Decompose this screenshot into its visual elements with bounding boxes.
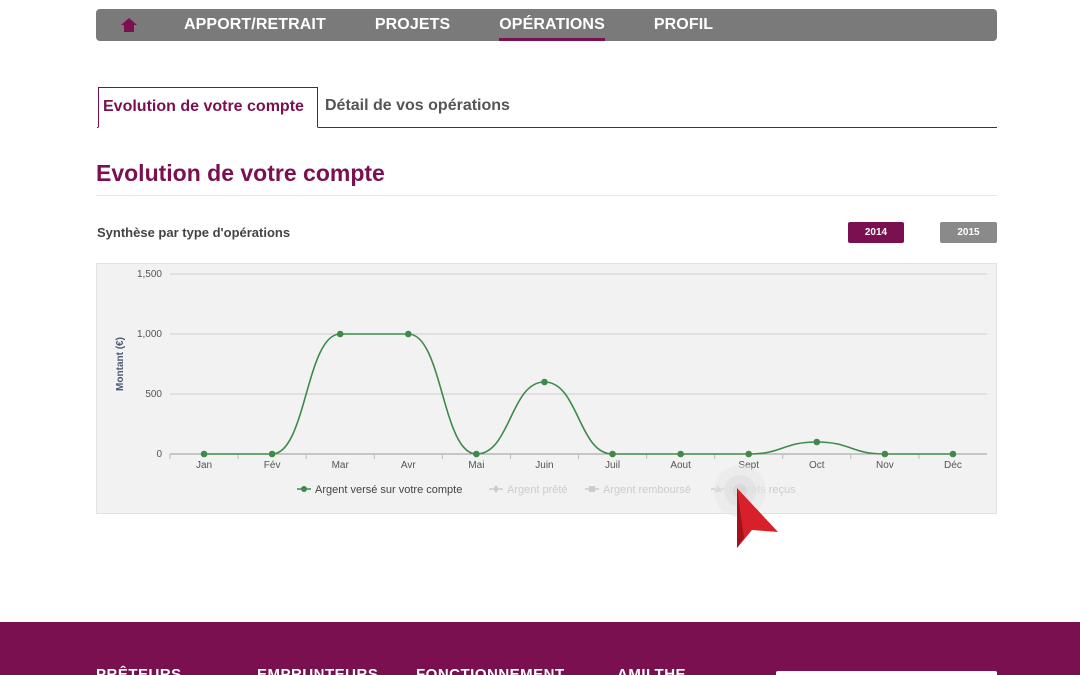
legend-item[interactable]: Argent versé sur votre compte xyxy=(297,484,462,496)
legend-item[interactable]: Argent prêté xyxy=(489,484,568,496)
section-divider xyxy=(96,195,997,196)
x-tick-label: Juil xyxy=(605,460,620,471)
y-tick-label: 500 xyxy=(145,389,162,400)
legend-label: Argent prêté xyxy=(507,484,568,496)
footer: PRÊTEURS EMPRUNTEURS FONCTIONNEMENT AMIL… xyxy=(0,622,1080,675)
x-tick-label: Fév xyxy=(264,460,281,471)
data-point[interactable] xyxy=(336,330,344,338)
x-tick-label: Jan xyxy=(196,460,212,471)
x-tick-label: Mai xyxy=(468,460,484,471)
chart-container: 0 500 1,000 1,500 Jan Fév Mar Avr Mai Juin Juil Ao… xyxy=(96,263,997,514)
data-point[interactable] xyxy=(541,378,548,386)
footer-fonctionnement[interactable]: FONCTIONNEMENT xyxy=(416,666,565,675)
nav-projets[interactable]: PROJETS xyxy=(375,9,450,41)
data-point[interactable] xyxy=(745,450,753,458)
legend-diamond-icon xyxy=(493,485,499,493)
main-navbar: APPORT/RETRAIT PROJETS OPÉRATIONS PROFIL xyxy=(96,9,997,41)
tab-bar: Evolution de votre compte Détail de vos … xyxy=(97,87,997,128)
x-tick-label: Mar xyxy=(332,460,350,471)
x-tick-label: Oct xyxy=(809,460,825,471)
section-title: Evolution de votre compte xyxy=(96,160,385,186)
year-2015-button[interactable]: 2015 xyxy=(940,222,997,243)
data-point[interactable] xyxy=(200,450,208,458)
legend-label: Argent remboursé xyxy=(603,484,691,496)
data-point[interactable] xyxy=(268,450,276,458)
y-tick-label: 1,000 xyxy=(137,329,162,340)
legend-square-icon xyxy=(589,486,595,492)
legend-item[interactable]: Argent remboursé xyxy=(585,484,691,496)
year-2014-button[interactable]: 2014 xyxy=(848,222,904,243)
nav-operations[interactable]: OPÉRATIONS xyxy=(499,9,605,41)
home-icon xyxy=(121,18,137,32)
footer-preteurs[interactable]: PRÊTEURS xyxy=(96,666,182,675)
footer-newsletter-input[interactable] xyxy=(776,671,997,675)
data-point[interactable] xyxy=(404,330,412,338)
y-tick-label: 0 xyxy=(156,449,162,460)
footer-amilthe[interactable]: AMILTHE xyxy=(617,666,686,675)
data-point[interactable] xyxy=(881,450,889,458)
data-point[interactable] xyxy=(473,450,480,458)
legend-label: Argent versé sur votre compte xyxy=(315,484,462,496)
x-tick-label: Déc xyxy=(944,460,962,471)
nav-profil[interactable]: PROFIL xyxy=(654,9,713,41)
x-tick-label: Sept xyxy=(738,460,759,471)
home-button[interactable] xyxy=(96,9,162,41)
y-tick-label: 1,500 xyxy=(137,269,162,280)
legend-circle-icon xyxy=(301,486,307,492)
data-point[interactable] xyxy=(949,450,957,458)
page: APPORT/RETRAIT PROJETS OPÉRATIONS PROFIL… xyxy=(0,0,1080,675)
footer-emprunteurs[interactable]: EMPRUNTEURS xyxy=(257,666,378,675)
line-chart: 0 500 1,000 1,500 Jan Fév Mar Avr Mai Juin Juil Ao… xyxy=(115,269,987,496)
tab-detail[interactable]: Détail de vos opérations xyxy=(325,87,510,128)
x-tick-label: Juin xyxy=(535,460,553,471)
legend-item[interactable]: Intérêts reçus xyxy=(711,484,796,496)
legend-label: Intérêts reçus xyxy=(729,484,796,496)
y-axis-label: Montant (€) xyxy=(115,337,126,391)
data-point[interactable] xyxy=(813,438,821,446)
tab-evolution[interactable]: Evolution de votre compte xyxy=(98,87,318,128)
chart-subtitle: Synthèse par type d'opérations xyxy=(97,225,291,240)
data-point[interactable] xyxy=(677,450,684,458)
x-tick-label: Avr xyxy=(401,460,416,471)
nav-apport-retrait[interactable]: APPORT/RETRAIT xyxy=(184,9,326,41)
x-tick-label: Aout xyxy=(670,460,691,471)
x-tick-label: Nov xyxy=(876,460,894,471)
data-point[interactable] xyxy=(609,450,616,458)
